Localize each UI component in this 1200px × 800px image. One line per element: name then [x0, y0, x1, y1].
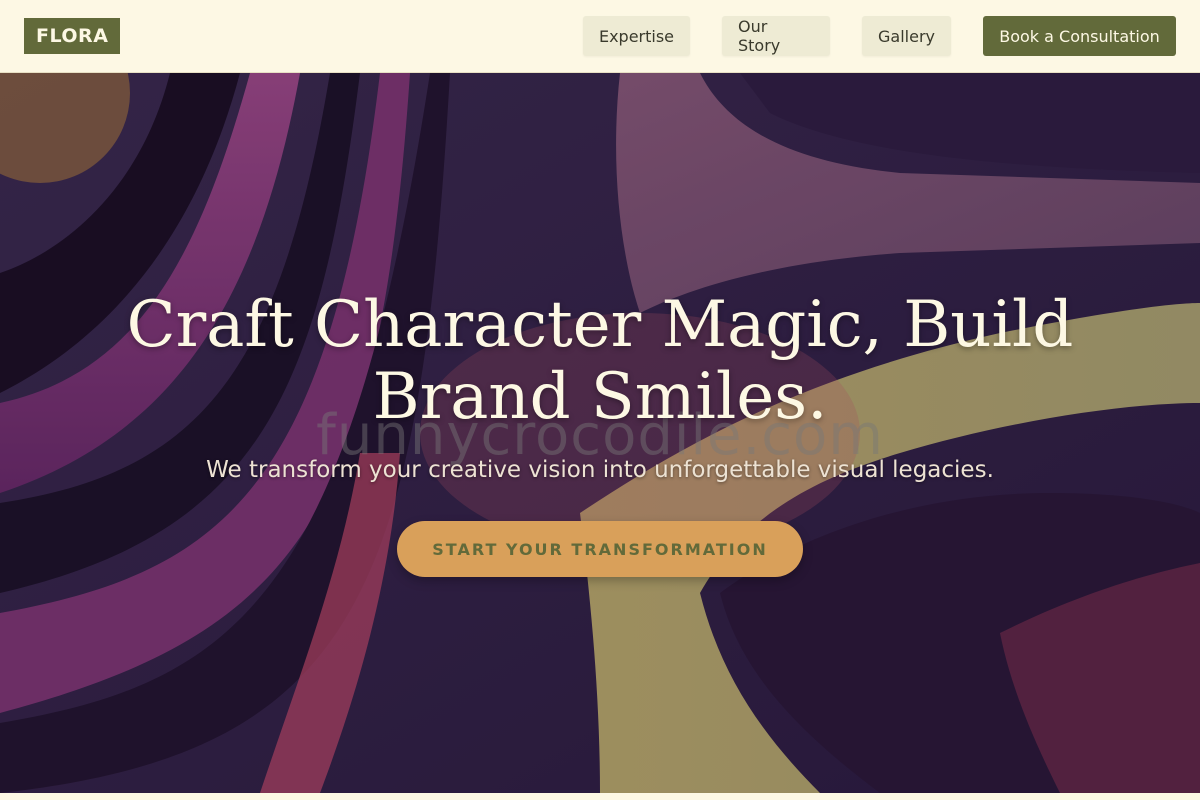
hero-section: funnycrocodile.com Craft Character Magic… [0, 73, 1200, 793]
nav-expertise[interactable]: Expertise [583, 16, 690, 56]
start-transformation-button[interactable]: START YOUR TRANSFORMATION [397, 521, 803, 577]
page-bottom-strip [0, 793, 1200, 800]
hero-subtitle: We transform your creative vision into u… [206, 457, 994, 483]
book-consultation-button[interactable]: Book a Consultation [983, 16, 1176, 56]
site-header: FLORA Expertise Our Story Gallery Book a… [0, 0, 1200, 73]
hero-title: Craft Character Magic, Build Brand Smile… [126, 288, 1074, 434]
flora-logo[interactable]: FLORA [24, 18, 121, 54]
nav-gallery[interactable]: Gallery [862, 16, 951, 56]
nav-our-story[interactable]: Our Story [722, 16, 830, 56]
